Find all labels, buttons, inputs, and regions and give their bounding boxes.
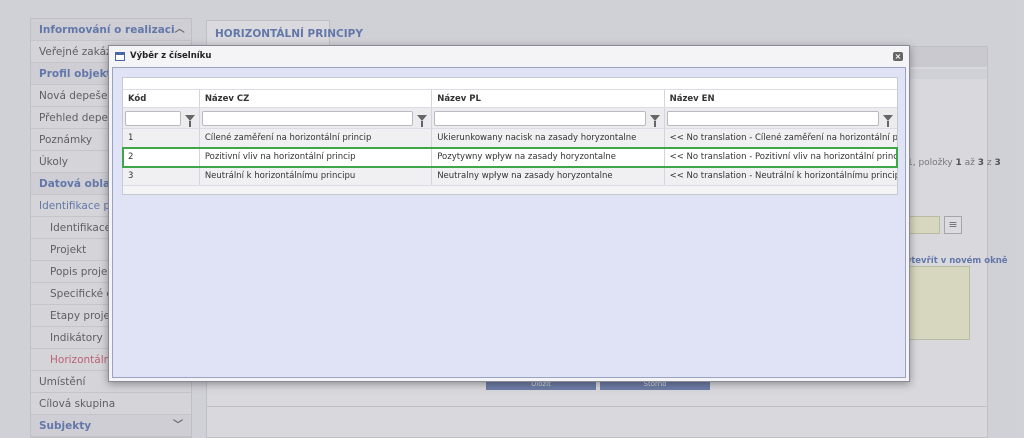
table-cell: Ukierunkowany nacisk na zasady horyzonta… [432, 129, 665, 147]
column-header-nazev-en[interactable]: Název EN [665, 90, 897, 107]
table-cell: Cílené zaměření na horizontální princip [200, 129, 433, 147]
table-row[interactable]: 3 Neutrální k horizontálnímu principu Neut… [123, 167, 897, 186]
table-cell: << No translation - Cílené zaměření na h… [669, 133, 897, 143]
table-cell: Neutralny wpływ na zasady horyzontalne [432, 167, 665, 185]
grid-header: Kód Název CZ Název PL Název EN [123, 90, 897, 108]
table-cell: 2 [123, 148, 200, 166]
filter-cell-nazev-pl [432, 108, 665, 128]
filter-icon[interactable] [184, 115, 195, 127]
filter-input-nazev-en[interactable] [666, 110, 879, 126]
filter-cell-nazev-en [665, 108, 897, 128]
filter-icon[interactable] [882, 115, 893, 127]
close-icon[interactable]: × [893, 51, 903, 61]
window-icon [115, 51, 125, 61]
filter-input-kod[interactable] [125, 110, 181, 126]
table-cell: << No translation - Pozitivní vliv na ho… [669, 152, 897, 162]
table-cell: Pozytywny wpływ na zasady horyzontalne [432, 148, 665, 166]
grid-filter-row [123, 108, 897, 129]
grid-topbar [123, 78, 897, 90]
grid-footer [123, 186, 897, 194]
grid-rows: 1 Cílené zaměření na horizontální princip… [122, 129, 898, 186]
codelist-dialog: Výběr z číselníku × Kód Název CZ Název P… [108, 45, 910, 382]
dialog-titlebar[interactable]: Výběr z číselníku × [109, 46, 909, 66]
filter-cell-nazev-cz [200, 108, 433, 128]
filter-input-nazev-pl[interactable] [434, 110, 646, 126]
filter-input-nazev-cz[interactable] [201, 110, 414, 126]
dialog-title: Výběr z číselníku [130, 51, 212, 61]
table-row[interactable]: 1 Cílené zaměření na horizontální princip… [123, 129, 897, 148]
column-header-kod[interactable]: Kód [123, 90, 200, 107]
table-row[interactable]: 2 Pozitivní vliv na horizontální princip P… [122, 147, 898, 168]
dialog-body: Kód Název CZ Název PL Název EN 1 Cílené … [112, 67, 906, 378]
table-cell: Neutrální k horizontálnímu principu [200, 167, 433, 185]
column-header-nazev-cz[interactable]: Název CZ [200, 90, 433, 107]
table-cell: 1 [123, 129, 200, 147]
table-cell: Pozitivní vliv na horizontální princip [200, 148, 433, 166]
column-header-nazev-pl[interactable]: Název PL [432, 90, 665, 107]
filter-icon[interactable] [417, 115, 428, 127]
table-cell: << No translation - Neutrální k horizont… [669, 171, 897, 181]
table-cell: 3 [123, 167, 200, 185]
codelist-grid: Kód Název CZ Název PL Název EN 1 Cílené … [122, 77, 898, 195]
filter-icon[interactable] [649, 115, 660, 127]
filter-cell-kod [123, 108, 200, 128]
